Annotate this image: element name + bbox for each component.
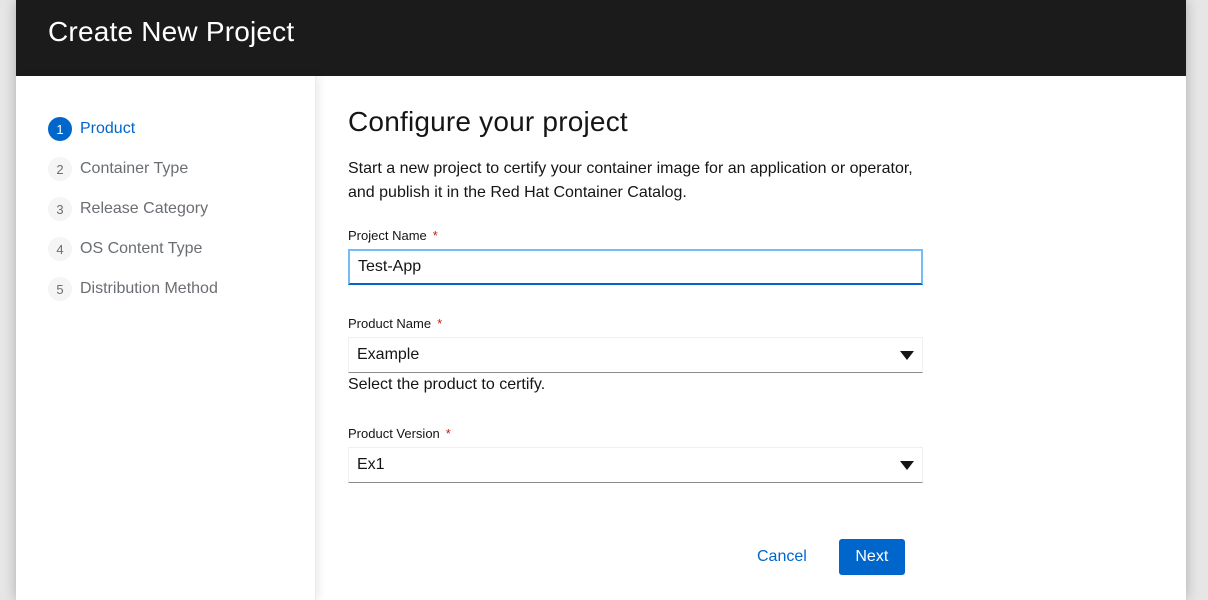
step-number: 1 <box>48 117 72 141</box>
product-version-field: Product Version * Ex1 <box>348 425 923 483</box>
required-marker: * <box>445 426 451 441</box>
next-button[interactable]: Next <box>838 539 905 575</box>
wizard-body: 1 Product 2 Container Type 3 Release Cat… <box>16 76 1186 600</box>
product-name-label: Product Name * <box>348 316 442 331</box>
required-marker: * <box>432 228 438 243</box>
project-name-label-text: Project Name <box>348 228 427 243</box>
product-name-label-text: Product Name <box>348 316 432 331</box>
product-version-select[interactable]: Ex1 <box>348 447 923 483</box>
nav-item-release-category[interactable]: 3 Release Category <box>48 189 315 229</box>
step-number: 3 <box>48 197 72 221</box>
nav-item-product[interactable]: 1 Product <box>48 109 315 149</box>
modal-header: Create New Project <box>16 0 1186 76</box>
nav-item-label: Container Type <box>80 160 189 177</box>
wizard-main: Configure your project Start a new proje… <box>316 76 1186 600</box>
caret-down-icon <box>900 460 914 470</box>
nav-item-label: Product <box>80 120 136 137</box>
cancel-button[interactable]: Cancel <box>741 539 823 575</box>
nav-item-label: Distribution Method <box>80 280 218 297</box>
caret-down-icon <box>900 350 914 360</box>
project-name-label: Project Name * <box>348 228 438 243</box>
nav-item-os-content-type[interactable]: 4 OS Content Type <box>48 229 315 269</box>
nav-item-container-type[interactable]: 2 Container Type <box>48 149 315 189</box>
project-name-field: Project Name * <box>348 227 923 285</box>
nav-item-label: Release Category <box>80 200 209 217</box>
product-name-field: Product Name * Example Select the product… <box>348 315 923 395</box>
step-number: 5 <box>48 277 72 301</box>
product-name-value: Example <box>357 346 420 363</box>
product-version-label-text: Product Version <box>348 426 440 441</box>
project-name-input[interactable] <box>348 249 923 285</box>
wizard-nav: 1 Product 2 Container Type 3 Release Cat… <box>16 76 316 600</box>
product-version-label: Product Version * <box>348 426 451 441</box>
page-title: Configure your project <box>348 106 628 137</box>
nav-item-label: OS Content Type <box>80 240 203 257</box>
step-number: 2 <box>48 157 72 181</box>
wizard-actions: Cancel Next <box>741 539 905 575</box>
step-number: 4 <box>48 237 72 261</box>
product-name-select[interactable]: Example <box>348 337 923 373</box>
required-marker: * <box>437 316 443 331</box>
nav-item-distribution-method[interactable]: 5 Distribution Method <box>48 269 315 309</box>
create-project-modal: Create New Project 1 Product 2 Container… <box>16 0 1186 600</box>
page-description: Start a new project to certify your cont… <box>348 160 913 201</box>
product-name-helper: Select the product to certify. <box>348 376 546 393</box>
modal-title: Create New Project <box>48 16 295 47</box>
product-version-value: Ex1 <box>357 456 385 473</box>
